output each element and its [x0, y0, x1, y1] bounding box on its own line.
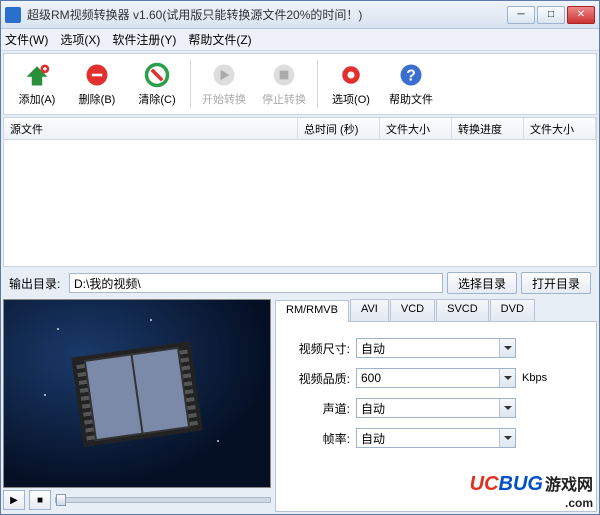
menu-help[interactable]: 帮助文件(Z) — [188, 31, 251, 48]
options-button[interactable]: 选项(O) — [322, 56, 380, 112]
minimize-button[interactable]: ─ — [507, 6, 535, 24]
browse-button[interactable]: 选择目录 — [447, 272, 517, 294]
format-tabs: RM/RMVB AVI VCD SVCD DVD — [275, 299, 597, 321]
window-buttons: ─ □ ✕ — [507, 6, 595, 24]
menu-register[interactable]: 软件注册(Y) — [112, 31, 176, 48]
audio-value: 自动 — [361, 400, 385, 417]
stop-icon — [270, 61, 298, 89]
help-label: 帮助文件 — [389, 91, 433, 107]
col-duration[interactable]: 总时间 (秒) — [298, 118, 380, 139]
videosize-label: 视频尺寸: — [286, 340, 350, 357]
play-button[interactable]: ▶ — [3, 490, 25, 510]
slider-thumb[interactable] — [56, 494, 66, 506]
lower-pane: ▶ ■ RM/RMVB AVI VCD SVCD DVD 视频尺寸: 自动 — [3, 299, 597, 512]
menu-file[interactable]: 文件(W) — [5, 31, 48, 48]
col-progress[interactable]: 转换进度 — [452, 118, 524, 139]
toolbar: 添加(A) 删除(B) 清除(C) 开始转换 停止转换 选项(O) ? 帮助文件 — [3, 53, 597, 115]
quality-label: 视频品质: — [286, 370, 350, 387]
clear-button[interactable]: 清除(C) — [128, 56, 186, 112]
videosize-field: 视频尺寸: 自动 — [286, 338, 586, 358]
window-title: 超级RM视频转换器 v1.60(试用版只能转换源文件20%的时间！) — [27, 6, 507, 23]
gear-icon — [337, 61, 365, 89]
audio-combo[interactable]: 自动 — [356, 398, 516, 418]
play-icon — [210, 61, 238, 89]
separator-icon — [190, 60, 191, 108]
stop-playback-button[interactable]: ■ — [29, 490, 51, 510]
quality-unit: Kbps — [522, 372, 547, 384]
tab-rm[interactable]: RM/RMVB — [275, 300, 349, 322]
menu-options[interactable]: 选项(X) — [60, 31, 100, 48]
open-dir-button[interactable]: 打开目录 — [521, 272, 591, 294]
preview-image — [3, 299, 271, 488]
stop-label: 停止转换 — [262, 91, 306, 107]
remove-label: 删除(B) — [79, 91, 116, 107]
menubar: 文件(W) 选项(X) 软件注册(Y) 帮助文件(Z) — [1, 29, 599, 51]
tab-dvd[interactable]: DVD — [490, 299, 535, 321]
start-label: 开始转换 — [202, 91, 246, 107]
clear-icon — [143, 61, 171, 89]
separator-icon — [317, 60, 318, 108]
help-button[interactable]: ? 帮助文件 — [382, 56, 440, 112]
videosize-combo[interactable]: 自动 — [356, 338, 516, 358]
fps-combo[interactable]: 自动 — [356, 428, 516, 448]
add-button[interactable]: 添加(A) — [8, 56, 66, 112]
col-outsize[interactable]: 文件大小 — [524, 118, 596, 139]
output-path-input[interactable] — [69, 273, 443, 293]
preview-pane: ▶ ■ — [3, 299, 271, 512]
remove-icon — [83, 61, 111, 89]
main-window: 超级RM视频转换器 v1.60(试用版只能转换源文件20%的时间！) ─ □ ✕… — [0, 0, 600, 515]
quality-combo[interactable]: 600 — [356, 368, 516, 388]
fps-label: 帧率: — [286, 430, 350, 447]
file-list: 源文件 总时间 (秒) 文件大小 转换进度 文件大小 — [3, 117, 597, 267]
close-button[interactable]: ✕ — [567, 6, 595, 24]
chevron-down-icon — [499, 339, 515, 357]
audio-label: 声道: — [286, 400, 350, 417]
maximize-button[interactable]: □ — [537, 6, 565, 24]
output-label: 输出目录: — [9, 275, 65, 292]
fps-value: 自动 — [361, 430, 385, 447]
titlebar: 超级RM视频转换器 v1.60(试用版只能转换源文件20%的时间！) ─ □ ✕ — [1, 1, 599, 29]
help-icon: ? — [397, 61, 425, 89]
videosize-value: 自动 — [361, 340, 385, 357]
list-header: 源文件 总时间 (秒) 文件大小 转换进度 文件大小 — [4, 118, 596, 140]
quality-value: 600 — [361, 371, 381, 385]
seek-slider[interactable] — [55, 497, 271, 503]
remove-button[interactable]: 删除(B) — [68, 56, 126, 112]
quality-field: 视频品质: 600 Kbps — [286, 368, 586, 388]
list-body[interactable] — [4, 140, 596, 266]
stop-button[interactable]: 停止转换 — [255, 56, 313, 112]
tab-panel: 视频尺寸: 自动 视频品质: 600 Kbps 声道: — [275, 321, 597, 512]
output-row: 输出目录: 选择目录 打开目录 — [3, 269, 597, 297]
start-button[interactable]: 开始转换 — [195, 56, 253, 112]
svg-text:?: ? — [406, 67, 416, 84]
tab-vcd[interactable]: VCD — [390, 299, 435, 321]
fps-field: 帧率: 自动 — [286, 428, 586, 448]
tab-avi[interactable]: AVI — [350, 299, 389, 321]
chevron-down-icon — [499, 429, 515, 447]
playback-controls: ▶ ■ — [3, 488, 271, 512]
tab-svcd[interactable]: SVCD — [436, 299, 489, 321]
chevron-down-icon — [499, 399, 515, 417]
app-icon — [5, 7, 21, 23]
col-filesize[interactable]: 文件大小 — [380, 118, 452, 139]
clear-label: 清除(C) — [138, 91, 175, 107]
chevron-down-icon — [499, 369, 515, 387]
col-source[interactable]: 源文件 — [4, 118, 298, 139]
filmstrip-icon — [71, 341, 202, 447]
add-label: 添加(A) — [19, 91, 56, 107]
audio-field: 声道: 自动 — [286, 398, 586, 418]
add-icon — [23, 61, 51, 89]
options-label: 选项(O) — [332, 91, 370, 107]
settings-pane: RM/RMVB AVI VCD SVCD DVD 视频尺寸: 自动 视频品质: — [275, 299, 597, 512]
